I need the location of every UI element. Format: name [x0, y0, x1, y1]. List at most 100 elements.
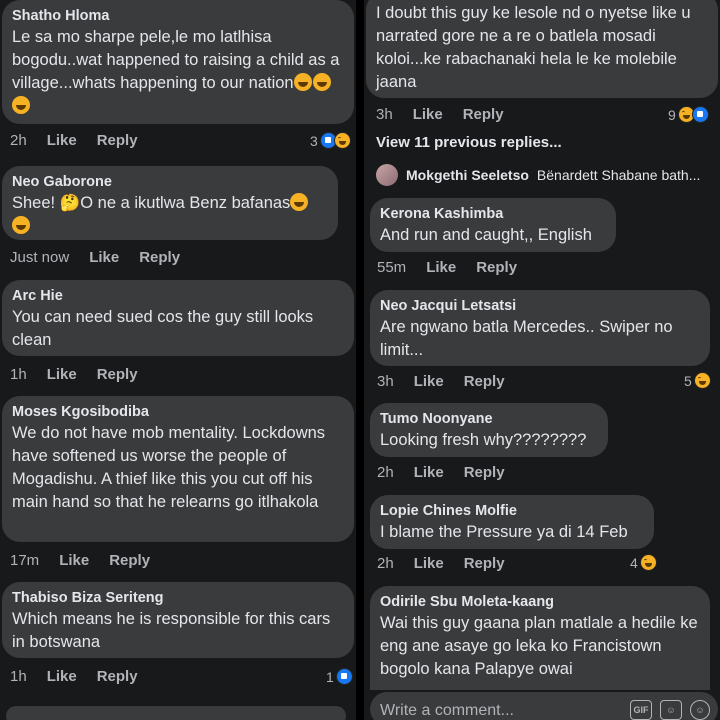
gif-icon[interactable]: GIF — [630, 700, 652, 720]
reply-button[interactable]: Reply — [139, 249, 180, 266]
comment-bubble: Arc Hie You can need sued cos the guy st… — [2, 280, 354, 356]
comment-input-placeholder: Write a comment... — [380, 702, 514, 719]
like-button[interactable]: Like — [426, 259, 456, 276]
comment-meta: 1h Like Reply — [10, 366, 158, 383]
haha-reaction-icon — [333, 132, 351, 149]
laughing-emoji-icon — [293, 73, 312, 91]
left-comment-panel: Shatho Hloma Le sa mo sharpe pele,le mo … — [0, 0, 356, 720]
reply-button[interactable]: Reply — [97, 668, 138, 685]
comment-bubble: Neo Gaborone Shee! 🤔O ne a ikutlwa Benz … — [2, 166, 338, 240]
comment-author[interactable]: Neo Jacqui Letsatsi — [380, 296, 698, 316]
comment-bubble: Shatho Hloma Le sa mo sharpe pele,le mo … — [2, 0, 354, 124]
right-comment-panel: I doubt this guy ke lesole nd o nyetse l… — [364, 0, 720, 720]
like-button[interactable]: Like — [414, 555, 444, 572]
reaction-summary[interactable]: 5 — [684, 372, 711, 389]
comment-bubble: Kerona Kashimba And run and caught,, Eng… — [370, 198, 616, 252]
reply-thread-header[interactable]: Mokgethi Seeletso Bënardett Shabane bath… — [376, 164, 700, 186]
reaction-count: 5 — [684, 372, 692, 389]
reaction-count: 4 — [630, 554, 638, 571]
like-button[interactable]: Like — [47, 366, 77, 383]
avatar — [376, 164, 398, 186]
comment-bubble: Tumo Noonyane Looking fresh why???????? — [370, 403, 608, 457]
reaction-count: 1 — [326, 668, 334, 685]
comment-text: You can need sued cos the guy still look… — [12, 308, 314, 349]
reply-button[interactable]: Reply — [464, 464, 505, 481]
comment-author[interactable]: Lopie Chines Molfie — [380, 501, 642, 521]
comment-author[interactable]: Shatho Hloma — [12, 6, 342, 26]
emoji-icon[interactable]: ☺ — [690, 700, 710, 720]
reaction-count: 9 — [668, 106, 676, 123]
sticker-icon[interactable]: ☺ — [660, 700, 682, 720]
comment-text: Wai this guy gaana plan matlale a hedile… — [380, 614, 698, 678]
reply-button[interactable]: Reply — [476, 259, 517, 276]
comment-text: Which means he is responsible for this c… — [12, 610, 331, 651]
comment-time: Just now — [10, 249, 70, 266]
laughing-emoji-icon — [312, 73, 331, 91]
thread-author: Mokgethi Seeletso — [406, 167, 529, 183]
comment-bubble: I doubt this guy ke lesole nd o nyetse l… — [366, 0, 718, 98]
comment-meta: 1h Like Reply — [10, 668, 158, 685]
reaction-summary[interactable]: 1 — [326, 668, 353, 685]
haha-reaction-icon — [693, 372, 711, 389]
comment-text: I doubt this guy ke lesole nd o nyetse l… — [376, 4, 691, 91]
reply-button[interactable]: Reply — [97, 366, 138, 383]
like-button[interactable]: Like — [413, 106, 443, 123]
laughing-emoji-icon — [12, 216, 30, 234]
comment-time: 17m — [10, 552, 40, 569]
reply-button[interactable]: Reply — [97, 132, 138, 149]
comment-time: 55m — [377, 259, 407, 276]
reply-button[interactable]: Reply — [464, 373, 505, 390]
comment-meta: 55m Like Reply — [377, 259, 537, 276]
comment-meta: Just now Like Reply — [10, 249, 200, 266]
comment-time: 3h — [376, 106, 393, 123]
like-button[interactable]: Like — [59, 552, 89, 569]
comment-text: I blame the Pressure ya di 14 Feb — [380, 523, 628, 541]
laughing-emoji-icon — [290, 193, 309, 211]
like-button[interactable]: Like — [89, 249, 119, 266]
comment-meta: 2h Like Reply — [377, 464, 525, 481]
reaction-summary[interactable]: 4 — [630, 554, 657, 571]
comment-time: 2h — [10, 132, 27, 149]
composer-tools: GIF ☺ ☺ — [630, 700, 710, 720]
reply-button[interactable]: Reply — [109, 552, 150, 569]
comment-author[interactable]: Tumo Noonyane — [380, 409, 596, 429]
comment-input[interactable]: Write a comment... GIF ☺ ☺ — [370, 692, 718, 720]
comment-time: 2h — [377, 464, 394, 481]
comment-composer: Write a comment... GIF ☺ ☺ — [364, 690, 720, 720]
comment-author[interactable]: Thabiso Biza Seriteng — [12, 588, 342, 608]
comment-author[interactable]: Odirile Sbu Moleta-kaang — [380, 592, 698, 612]
comment-author[interactable]: Neo Gaborone — [12, 172, 326, 192]
comment-author[interactable]: Kerona Kashimba — [380, 204, 604, 224]
next-comment-bubble — [6, 706, 346, 720]
like-button[interactable]: Like — [47, 132, 77, 149]
reply-button[interactable]: Reply — [464, 555, 505, 572]
comment-author[interactable]: Moses Kgosibodiba — [12, 402, 342, 422]
comment-time: 1h — [10, 366, 27, 383]
comment-bubble: Moses Kgosibodiba We do not have mob men… — [2, 396, 354, 542]
reaction-summary[interactable]: 3 — [310, 132, 351, 149]
comment-bubble: Thabiso Biza Seriteng Which means he is … — [2, 582, 354, 658]
reaction-count: 3 — [310, 132, 318, 149]
reaction-summary[interactable]: 9 — [668, 106, 709, 123]
comment-text: And run and caught,, English — [380, 226, 592, 244]
comment-meta: 3h Like Reply — [376, 106, 524, 123]
comment-text: Are ngwano batla Mercedes.. Swiper no li… — [380, 318, 673, 359]
reply-button[interactable]: Reply — [463, 106, 504, 123]
comment-text: We do not have mob mentality. Lockdowns … — [12, 424, 326, 511]
comment-author[interactable]: Arc Hie — [12, 286, 342, 306]
like-reaction-icon — [335, 668, 353, 685]
comment-meta: 2h Like Reply — [377, 555, 525, 572]
comment-text: Le sa mo sharpe pele,le mo latlhisa bogo… — [12, 26, 342, 118]
comment-text: Shee! 🤔O ne a ikutlwa Benz bafanas — [12, 192, 326, 238]
like-button[interactable]: Like — [414, 373, 444, 390]
like-button[interactable]: Like — [47, 668, 77, 685]
thread-preview-text: Bënardett Shabane bath... — [536, 167, 701, 183]
like-reaction-icon — [691, 106, 709, 123]
view-previous-replies-link[interactable]: View 11 previous replies... — [376, 134, 562, 151]
comment-bubble: Neo Jacqui Letsatsi Are ngwano batla Mer… — [370, 290, 710, 366]
comment-time: 3h — [377, 373, 394, 390]
haha-reaction-icon — [639, 554, 657, 571]
comment-bubble: Lopie Chines Molfie I blame the Pressure… — [370, 495, 654, 549]
comment-text: Looking fresh why???????? — [380, 431, 587, 449]
like-button[interactable]: Like — [414, 464, 444, 481]
